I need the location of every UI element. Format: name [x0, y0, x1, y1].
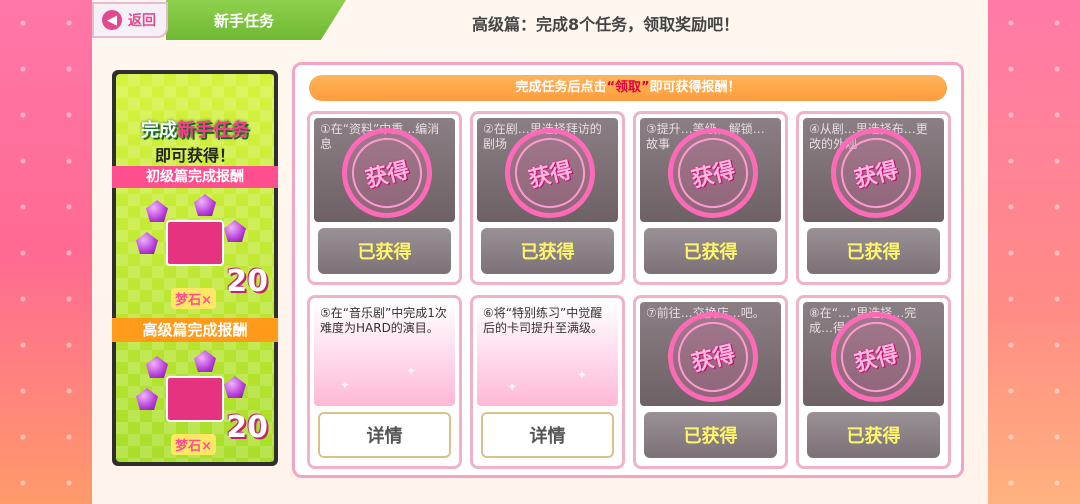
stamp-text: 获得	[363, 157, 412, 193]
gift-box-icon	[166, 376, 224, 422]
obtained-button: 已获得	[481, 228, 614, 274]
advanced-reward-label: 高级篇完成报酬	[112, 318, 278, 342]
advanced-reward-amount: 20	[226, 410, 268, 445]
sparkle-icon: ✦	[507, 380, 518, 394]
notice-bar: 完成任务后点击“领取”即可获得报酬！	[309, 75, 947, 101]
banner-subline: 即可获得！	[154, 146, 235, 165]
notice-lead: 完成任务后点击	[515, 80, 607, 95]
task-description: ⑥将“特别练习”中觉醒后的卡司提升至满级。	[477, 302, 618, 406]
stamp-text: 获得	[526, 157, 575, 193]
task-card-8: ⑧在“…”里选择…完成…得 获得 已获得	[796, 295, 951, 469]
gift-box-icon	[166, 220, 224, 266]
task-card-3: ③提升…等级，解锁…故事 获得 已获得	[633, 111, 788, 285]
gem-icon	[194, 350, 216, 372]
banner-headline: 完成新手任务	[112, 116, 278, 142]
sparkle-icon: ✦	[406, 364, 417, 378]
details-button[interactable]: 详情	[481, 412, 614, 458]
task-card-4: ④从剧…里选择布…更改的外观 获得 已获得	[796, 111, 951, 285]
page-title: 新手任务	[214, 11, 275, 30]
details-button[interactable]: 详情	[318, 412, 451, 458]
stamp-text: 获得	[852, 157, 901, 193]
gem-icon	[146, 356, 168, 378]
gem-icon	[136, 232, 158, 254]
task-grid: ①在“资料”中重…编消息 获得 已获得 ②在剧…里选择拜访的剧场 获得 已获得 …	[307, 111, 953, 473]
obtained-button: 已获得	[807, 412, 940, 458]
back-button[interactable]: ◀ 返回	[92, 2, 168, 38]
task-card-6: ⑥将“特别练习”中觉醒后的卡司提升至满级。 ✦ ✦ 详情	[470, 295, 625, 469]
task-panel: 完成任务后点击“领取”即可获得报酬！ ①在“资料”中重…编消息 获得 已获得 ②…	[292, 62, 964, 478]
gem-icon	[224, 376, 246, 398]
reward-banner: 完成新手任务 即可获得！ 初级篇完成报酬 梦石× 20 高级篇完成报酬 梦石× …	[112, 70, 278, 466]
left-border-decoration	[0, 0, 92, 504]
obtained-button: 已获得	[644, 228, 777, 274]
header: 新手任务 ◀ 返回 高级篇：完成8个任务，领取奖励吧！	[92, 0, 988, 44]
sparkle-icon: ✦	[340, 378, 351, 392]
banner-headline-a: 完成	[141, 120, 177, 141]
stamp-text: 获得	[689, 341, 738, 377]
right-border-decoration	[988, 0, 1080, 504]
task-card-1: ①在“资料”中重…编消息 获得 已获得	[307, 111, 462, 285]
beginner-gems-art	[136, 194, 256, 266]
page-title-tab: 新手任务	[166, 0, 346, 40]
task-card-2: ②在剧…里选择拜访的剧场 获得 已获得	[470, 111, 625, 285]
obtained-button: 已获得	[644, 412, 777, 458]
banner-headline-b: 新手任务	[177, 120, 249, 141]
obtained-button: 已获得	[318, 228, 451, 274]
beginner-reward-amount: 20	[226, 264, 268, 299]
task-description: ⑤在“音乐剧”中完成1次难度为HARD的演目。	[314, 302, 455, 406]
mission-screen: 新手任务 ◀ 返回 高级篇：完成8个任务，领取奖励吧！ 完成新手任务 即可获得！…	[92, 0, 988, 504]
advanced-reward-text: 梦石×	[171, 434, 216, 455]
beginner-reward-text: 梦石×	[171, 288, 216, 309]
gem-icon	[136, 388, 158, 410]
task-card-7: ⑦前往…交换店…吧。 获得 已获得	[633, 295, 788, 469]
gem-icon	[224, 220, 246, 242]
beginner-reward-label: 初级篇完成报酬	[112, 166, 278, 188]
back-arrow-icon: ◀	[102, 10, 122, 30]
notice-tail: 即可获得报酬！	[649, 80, 741, 95]
stamp-text: 获得	[852, 341, 901, 377]
sparkle-icon: ✦	[577, 368, 588, 382]
task-card-5: ⑤在“音乐剧”中完成1次难度为HARD的演目。 ✦ ✦ 详情	[307, 295, 462, 469]
gem-icon	[194, 194, 216, 216]
header-message: 高级篇：完成8个任务，领取奖励吧！	[472, 15, 740, 34]
gem-icon	[146, 200, 168, 222]
back-label: 返回	[128, 13, 156, 29]
stamp-text: 获得	[689, 157, 738, 193]
obtained-button: 已获得	[807, 228, 940, 274]
notice-quote: “领取”	[606, 80, 650, 95]
